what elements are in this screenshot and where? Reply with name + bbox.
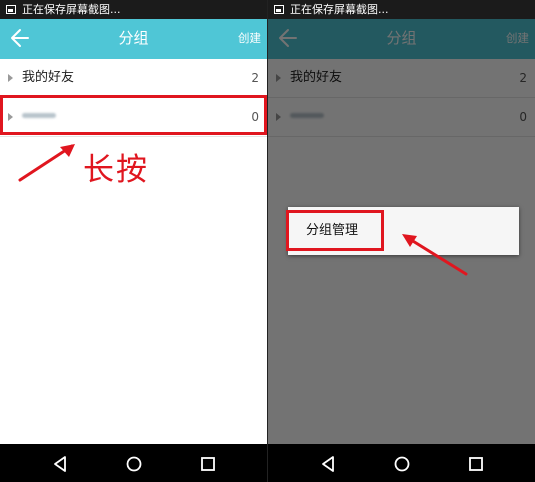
status-text: 正在保存屏幕截图... xyxy=(22,3,121,16)
title-bar: 分组 创建 xyxy=(0,19,267,59)
highlight-box xyxy=(0,95,267,135)
group-row[interactable]: 我的好友 2 xyxy=(0,59,267,98)
status-bar: 正在保存屏幕截图... xyxy=(268,0,535,19)
group-count: 2 xyxy=(251,71,259,85)
screen-left: 正在保存屏幕截图... 分组 创建 我的好友 2 0 长按 xyxy=(0,0,267,482)
caret-right-icon xyxy=(8,74,13,82)
create-button[interactable]: 创建 xyxy=(506,19,529,57)
square-recent-icon[interactable] xyxy=(466,454,486,474)
page-title: 分组 xyxy=(118,29,149,47)
title-bar: 分组 创建 xyxy=(268,19,535,59)
screen-right: 正在保存屏幕截图... 分组 创建 我的好友 2 0 分组管理 xyxy=(268,0,535,482)
square-recent-icon[interactable] xyxy=(198,454,218,474)
annotation-text: 长按 xyxy=(83,152,149,188)
create-button[interactable]: 创建 xyxy=(238,19,261,57)
nav-bar xyxy=(0,444,267,482)
status-text: 正在保存屏幕截图... xyxy=(290,3,389,16)
red-arrow-icon xyxy=(18,144,75,182)
group-name: 我的好友 xyxy=(22,70,75,85)
triangle-back-icon[interactable] xyxy=(318,454,338,474)
image-icon xyxy=(6,5,16,14)
page-title: 分组 xyxy=(386,29,417,47)
triangle-back-icon[interactable] xyxy=(50,454,70,474)
highlight-box xyxy=(286,210,384,251)
circle-home-icon[interactable] xyxy=(392,454,412,474)
status-bar: 正在保存屏幕截图... xyxy=(0,0,267,19)
nav-bar xyxy=(268,444,535,482)
circle-home-icon[interactable] xyxy=(124,454,144,474)
image-icon xyxy=(274,5,284,14)
